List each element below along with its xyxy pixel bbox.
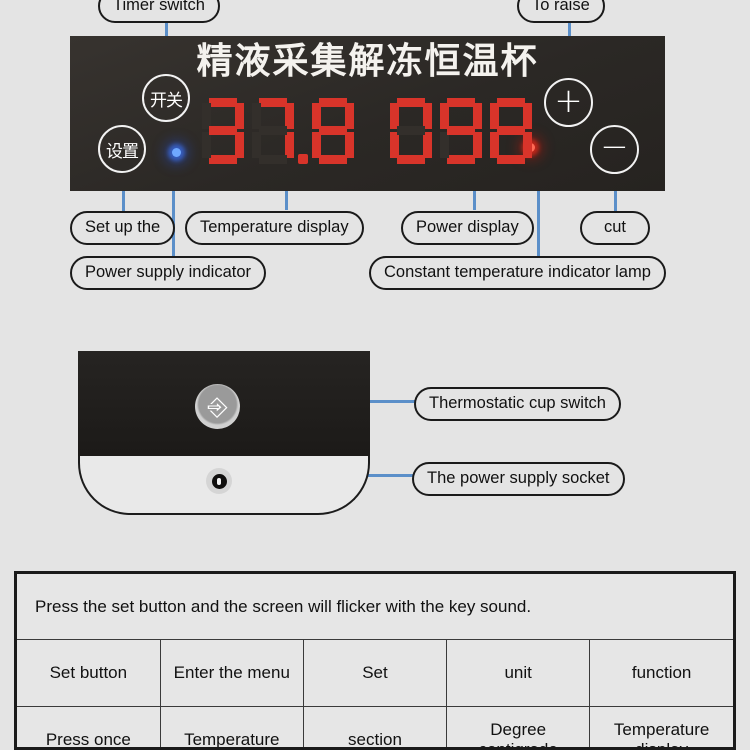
seven-seg-digit (252, 98, 294, 164)
table-cell: Temperature display (589, 706, 733, 747)
socket-pin (217, 477, 221, 485)
callout-the-power-supply-socket: The power supply socket (412, 462, 625, 496)
power-supply-socket[interactable] (206, 468, 232, 494)
seven-seg-digit (490, 98, 532, 164)
callout-timer-switch: Timer switch (98, 0, 220, 23)
callout-temperature-display-label: Temperature display (200, 218, 349, 236)
callout-power-supply-indicator-label: Power supply indicator (85, 263, 251, 281)
callout-cut: cut (580, 211, 650, 245)
table-cell: Temperature (159, 706, 304, 747)
control-panel: 精液采集解冻恒温杯 开关 设置 + − 37.8 (70, 36, 665, 191)
callout-temperature-display: Temperature display (185, 211, 364, 245)
table-note-cell: Press the set button and the screen will… (17, 574, 733, 640)
timer-switch-button[interactable]: 开关 (142, 74, 190, 122)
seven-seg-digit (312, 98, 354, 164)
callout-to-raise-label: To raise (532, 0, 590, 14)
callout-set-up-the: Set up the (70, 211, 176, 245)
table-cell: Press once (17, 706, 161, 747)
table-header-cell: unit (446, 639, 591, 707)
callout-power-display-label: Power display (416, 218, 519, 236)
decimal-point (298, 154, 308, 164)
set-button[interactable]: 设置 (98, 125, 146, 173)
table-header-cell: Enter the menu (159, 639, 304, 707)
dc-socket-icon (211, 473, 227, 489)
table-header-cell: Set button (17, 639, 161, 707)
increase-button[interactable]: + (544, 78, 593, 127)
seven-seg-digit (440, 98, 482, 164)
timer-switch-button-label: 开关 (150, 90, 183, 111)
power-supply-indicator-lamp (172, 148, 181, 157)
power-display: 098 (390, 98, 540, 164)
seven-seg-digit (202, 98, 244, 164)
callout-thermostatic-cup-switch: Thermostatic cup switch (414, 387, 621, 421)
instruction-table: Press the set button and the screen will… (14, 571, 736, 750)
callout-constant-temperature-indicator-lamp-label: Constant temperature indicator lamp (384, 263, 651, 281)
power-icon: ⎆ (207, 391, 228, 421)
callout-constant-temperature-indicator-lamp: Constant temperature indicator lamp (369, 256, 666, 290)
table-cell: Degree centigrade (446, 706, 591, 747)
temperature-display: 37.8 (202, 98, 362, 164)
table-header-cell: Set (302, 639, 448, 707)
table-cell: section (302, 706, 448, 747)
set-button-label: 设置 (106, 141, 139, 162)
table-row: Press once Temperature section Degree ce… (17, 706, 733, 747)
callout-thermostatic-cup-switch-label: Thermostatic cup switch (429, 394, 606, 412)
table-note-row: Press the set button and the screen will… (17, 574, 733, 640)
callout-power-display: Power display (401, 211, 534, 245)
table-header-row: Set button Enter the menu Set unit funct… (17, 639, 733, 707)
instruction-table-grid: Press the set button and the screen will… (17, 574, 733, 747)
callout-to-raise: To raise (517, 0, 605, 23)
callout-the-power-supply-socket-label: The power supply socket (427, 469, 610, 487)
callout-cut-label: cut (603, 218, 626, 236)
callout-power-supply-indicator: Power supply indicator (70, 256, 266, 290)
callout-set-up-the-label: Set up the (85, 218, 161, 236)
thermostatic-cup-switch[interactable]: ⎆ (195, 384, 240, 429)
thermostatic-cup-illustration: ⎆ (78, 351, 370, 515)
table-header-cell: function (589, 639, 733, 707)
callout-timer-switch-label: Timer switch (113, 0, 205, 14)
decrease-button[interactable]: − (590, 125, 639, 174)
seven-seg-digit (390, 98, 432, 164)
